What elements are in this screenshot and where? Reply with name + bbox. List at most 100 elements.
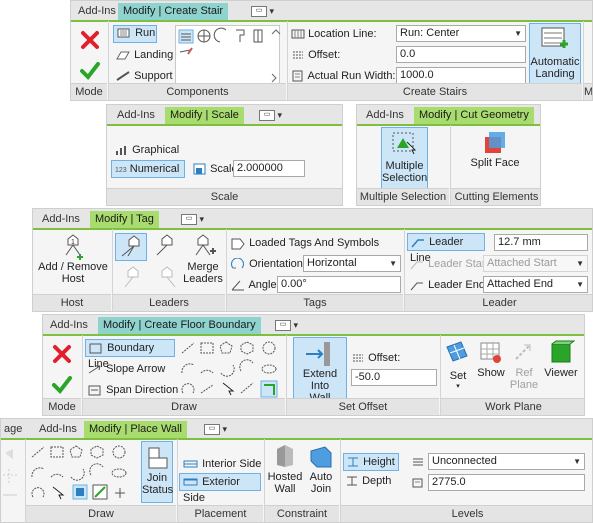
split-face-button[interactable]: Split Face (453, 127, 537, 177)
tab-modify-create-floor-boundary[interactable]: Modify | Create Floor Boundary (98, 317, 261, 334)
set-work-plane-button[interactable]: Set ▾ (443, 339, 473, 401)
ribbon-minimize-control[interactable]: ▭ ▾ (251, 4, 274, 18)
leader-line-toggle[interactable]: Leader Line (407, 233, 485, 264)
angle-icon (231, 280, 244, 291)
finish-check-icon[interactable] (79, 59, 101, 81)
tab-modify-create-stair[interactable]: Modify | Create Stair (118, 3, 229, 20)
cancel-icon[interactable] (51, 343, 73, 365)
tab-modify-tag[interactable]: Modify | Tag (90, 211, 159, 228)
depth-option[interactable]: Depth (345, 472, 391, 490)
chevron-down-icon: ▼ (573, 457, 581, 466)
span-direction-button[interactable]: Span Direction (87, 381, 178, 399)
offset-label: Offset: (291, 46, 340, 64)
svg-text:1: 1 (71, 239, 75, 246)
merge-leaders-label: Merge Leaders (183, 261, 223, 285)
location-line-select[interactable]: Run: Center ▼ (396, 25, 526, 42)
extend-into-wall-button[interactable]: Extend Into Wall (293, 337, 347, 404)
scale-input[interactable]: 2.000000 (233, 160, 305, 177)
create-stair-ribbon: Add-Ins Modify | Create Stair ▭ ▾ Mode R… (70, 0, 593, 101)
run-icon (117, 28, 130, 38)
draw-panel-label: Draw (83, 398, 285, 415)
finish-check-icon[interactable] (51, 373, 73, 395)
show-work-plane-button[interactable]: Show (475, 339, 507, 401)
orientation-select[interactable]: Horizontal ▼ (303, 255, 401, 272)
run-button[interactable]: Run (113, 25, 157, 43)
show-plane-icon (480, 342, 501, 363)
tab-add-ins[interactable]: Add-Ins (34, 421, 82, 438)
tab-add-ins[interactable]: Add-Ins (45, 317, 93, 334)
tag-leader-icon (121, 235, 140, 257)
placement-panel-label: Placement (178, 505, 263, 522)
tag-leader-button-4[interactable] (149, 265, 181, 291)
exterior-side-option[interactable]: Exterior Side (179, 473, 261, 504)
slope-arrow-button[interactable]: Slope Arrow (87, 360, 165, 378)
height-icon (348, 457, 358, 467)
tab-modify-cut-geometry[interactable]: Modify | Cut Geometry (414, 107, 534, 124)
run-label: Run (135, 26, 156, 39)
angle-label: Angle (230, 276, 277, 294)
viewer-button[interactable]: Viewer (541, 339, 581, 401)
tag-leader-button-1[interactable] (115, 233, 147, 261)
height-option[interactable]: Height (343, 453, 399, 471)
offset-input[interactable]: -50.0 (351, 369, 437, 386)
ribbon-minimize-control[interactable]: ▭ ▾ (275, 318, 298, 332)
tab-add-ins[interactable]: Add-Ins (112, 107, 160, 124)
ribbon-minimize-control[interactable]: ▭ ▾ (181, 212, 204, 226)
loaded-tags-button[interactable]: Loaded Tags And Symbols (230, 234, 379, 252)
tab-add-ins[interactable]: Add-Ins (361, 107, 409, 124)
cancel-icon[interactable] (79, 29, 101, 51)
cropped-panel-label: M (584, 83, 592, 100)
multiple-selection-panel-label: Multiple Selection (357, 188, 449, 205)
bar-chart-icon (116, 146, 126, 156)
grid-plane-icon (446, 341, 468, 362)
offset-label: Offset: (351, 349, 400, 367)
tag-leader-button-3[interactable] (115, 265, 147, 291)
ref-plane-icon (515, 344, 531, 360)
tab-modify-place-wall[interactable]: Modify | Place Wall (84, 421, 187, 438)
tab-modify-scale[interactable]: Modify | Scale (165, 107, 244, 124)
draw-tools-gallery[interactable] (179, 339, 283, 399)
automatic-landing-label: Automatic Landing (530, 56, 580, 80)
leader-end-select[interactable]: Attached End ▼ (483, 276, 588, 293)
numerical-option[interactable]: 123 Numerical (111, 160, 185, 178)
graphical-option[interactable]: Graphical (115, 141, 179, 159)
ribbon-minimize-control[interactable]: ▭ ▾ (259, 108, 282, 122)
tag-leader-icon (161, 266, 176, 288)
interior-side-option[interactable]: Interior Side (183, 455, 261, 473)
leader-start-label: Leader Start (409, 255, 489, 273)
add-remove-host-button[interactable]: 1 Add / Remove Host (37, 233, 109, 295)
join-status-button[interactable]: Join Status (141, 441, 173, 503)
actual-run-width-input[interactable]: 1000.0 (396, 67, 526, 84)
create-stairs-panel-label: Create Stairs (288, 83, 582, 100)
tab-add-ins[interactable]: Add-Ins (37, 211, 85, 228)
level-select[interactable]: Unconnected ▼ (428, 453, 585, 470)
landing-button[interactable]: Landing (115, 46, 173, 64)
ribbon-minimize-control[interactable]: ▭ ▾ (204, 422, 227, 436)
multiple-selection-label: Multiple Selection (382, 160, 428, 184)
draw-tools-icons (181, 341, 278, 398)
automatic-landing-button[interactable]: Automatic Landing (529, 23, 581, 85)
offset-input[interactable]: 0.0 (396, 46, 526, 63)
tag-leader-button-2[interactable] (149, 233, 181, 261)
floor-boundary-ribbon: Add-Ins Modify | Create Floor Boundary ▭… (42, 314, 585, 416)
leader-line-length-input[interactable]: 12.7 mm (494, 234, 588, 251)
angle-input[interactable]: 0.00° (277, 276, 401, 293)
dimmed-tools-icon (3, 449, 17, 496)
constraint-panel-label: Constraint (265, 505, 339, 522)
leader-start-icon (410, 261, 423, 269)
height-value-input[interactable]: 2775.0 (428, 474, 585, 491)
component-tools-gallery[interactable] (175, 25, 281, 85)
tab-cropped[interactable]: age (1, 421, 27, 438)
auto-join-button[interactable]: Auto Join (303, 441, 339, 503)
chevron-down-icon: ▼ (576, 280, 584, 289)
hosted-wall-button[interactable]: Hosted Wall (267, 441, 303, 503)
tab-add-ins[interactable]: Add-Ins (73, 3, 121, 20)
chevron-down-icon: ▼ (514, 29, 522, 38)
location-line-icon (291, 29, 305, 39)
draw-tools-icons (31, 445, 127, 500)
support-label: Support (134, 70, 173, 82)
boundary-line-button[interactable]: Boundary Line (85, 339, 175, 370)
draw-tools-gallery[interactable] (29, 443, 137, 503)
merge-leaders-button[interactable]: Merge Leaders (183, 233, 223, 295)
multiple-selection-button[interactable]: Multiple Selection (381, 127, 428, 189)
